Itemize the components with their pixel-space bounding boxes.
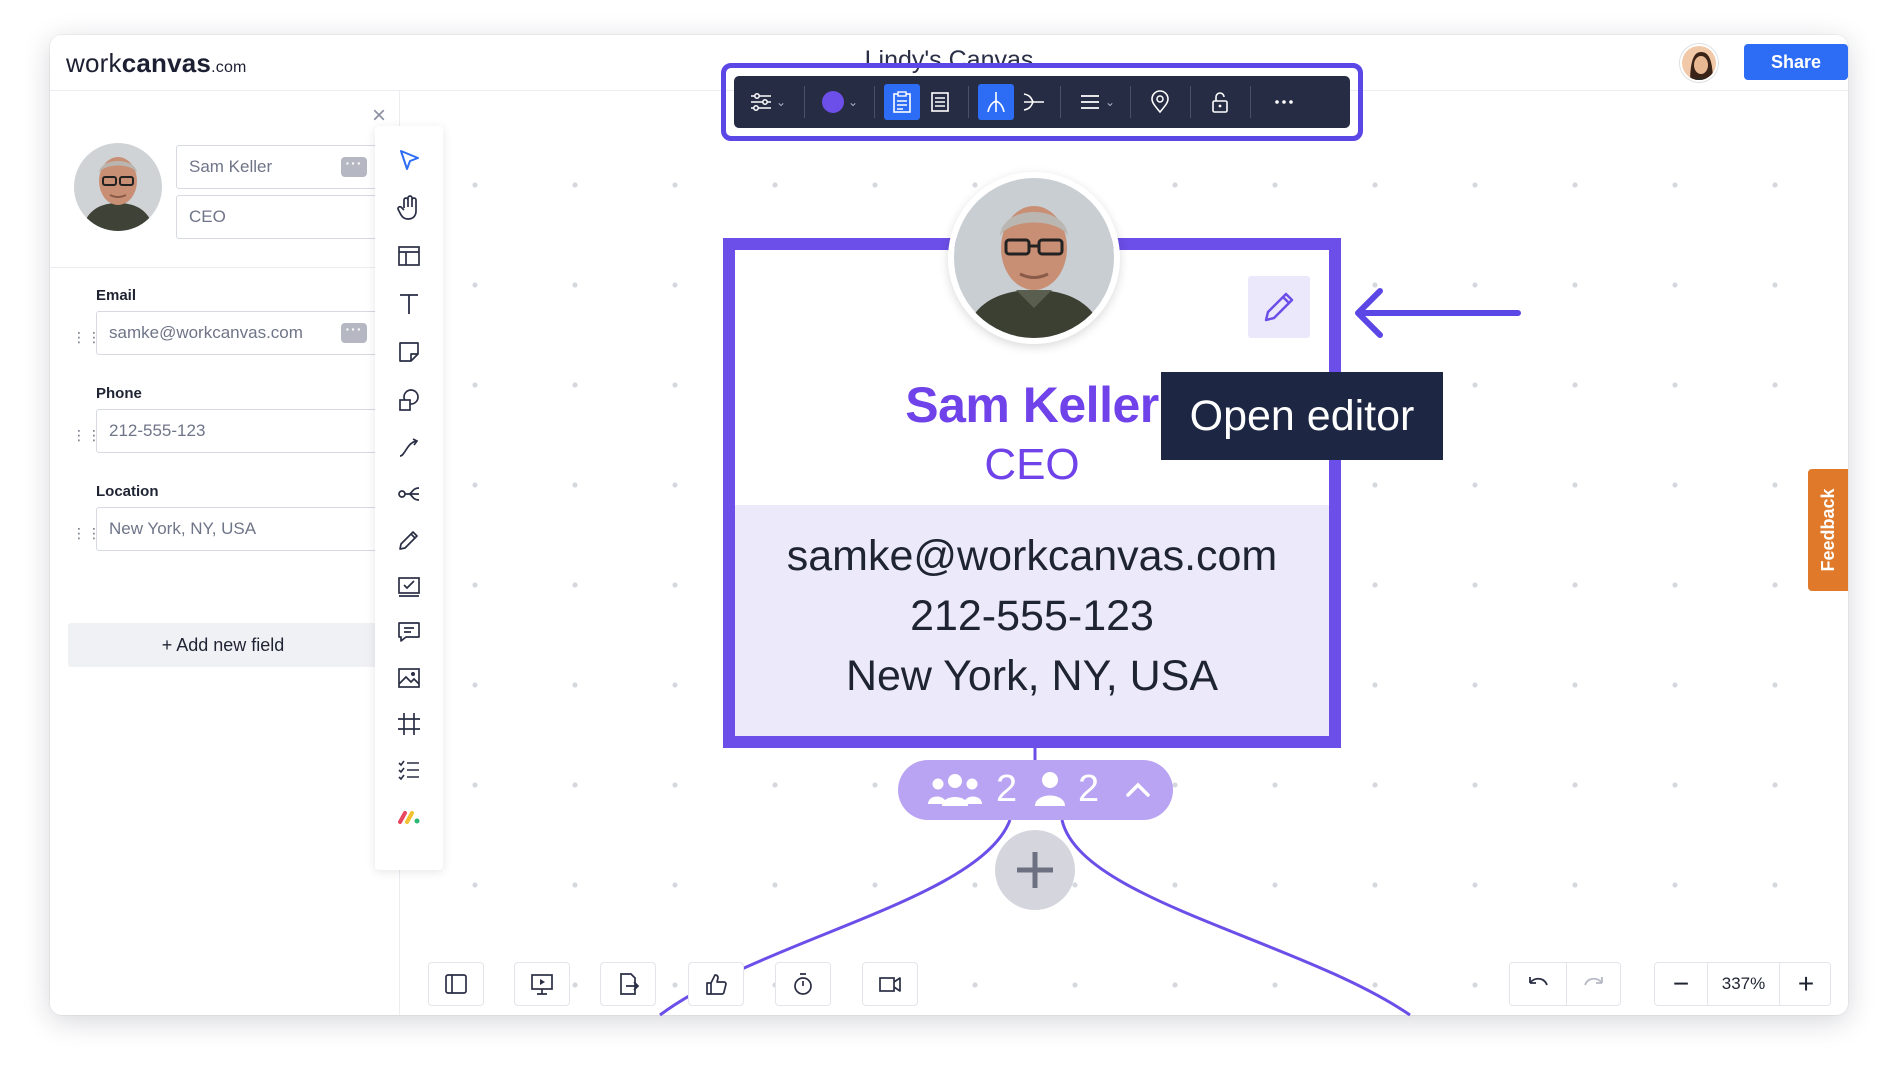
connector-icon[interactable] [391,430,427,466]
annotation-arrow-icon [1355,288,1521,338]
feedback-tab[interactable]: Feedback [1808,469,1848,591]
shapes-icon[interactable] [391,382,427,418]
location-pin-icon[interactable] [1140,84,1180,120]
select-arrow-icon[interactable] [391,142,427,178]
divider [874,86,875,118]
more-icon[interactable] [1264,84,1304,120]
tool-palette [375,126,443,870]
card-location: New York, NY, USA [845,652,1219,700]
team-icon [928,774,982,806]
tree-left-icon[interactable] [1016,84,1052,120]
comment-icon[interactable] [391,614,427,650]
template-icon[interactable] [391,238,427,274]
zoom-controls: − 337% + [1654,962,1831,1006]
text-icon[interactable] [391,286,427,322]
pencil-icon [1264,292,1294,322]
checkbox-card-icon[interactable] [391,568,427,604]
edit-pencil-button[interactable] [1248,276,1310,338]
timer-icon[interactable] [775,962,831,1006]
mindmap-icon[interactable] [391,476,427,512]
doc-view-icon[interactable] [922,84,958,120]
divider [1130,86,1131,118]
frame-icon[interactable] [391,706,427,742]
align-icon[interactable]: ⌄ [1070,84,1122,120]
vote-icon[interactable] [688,962,744,1006]
color-fill-icon[interactable]: ⌄ [814,84,864,120]
plus-icon [1017,852,1053,888]
divider [1250,86,1251,118]
image-icon[interactable] [391,660,427,696]
apps-icon[interactable] [391,798,427,834]
divider [968,86,969,118]
feedback-label: Feedback [1818,488,1838,572]
open-editor-tooltip: Open editor [1161,372,1443,460]
divider [1190,86,1191,118]
sidebar-toggle-icon[interactable] [428,962,484,1006]
card-photo[interactable] [948,172,1120,344]
divider [1566,963,1567,1005]
pen-icon[interactable] [391,522,427,558]
undo-redo-group [1509,962,1621,1006]
video-icon[interactable] [862,962,918,1006]
add-node-button[interactable] [995,830,1075,910]
zoom-level[interactable]: 337% [1707,963,1780,1005]
settings-sliders-icon[interactable]: ⌄ [742,84,792,120]
divider [804,86,805,118]
zoom-in-button[interactable]: + [1780,963,1832,1005]
object-toolbar: ⌄ ⌄ ⌄ [734,76,1350,128]
present-icon[interactable] [514,962,570,1006]
checklist-icon[interactable] [391,752,427,788]
unlock-icon[interactable] [1200,84,1240,120]
export-icon[interactable] [600,962,656,1006]
tree-down-icon[interactable] [978,84,1014,120]
person-icon [1035,772,1065,806]
card-email: samke@workcanvas.com [786,532,1278,580]
divider [1060,86,1061,118]
sticky-note-icon[interactable] [391,334,427,370]
hand-icon[interactable] [391,190,427,226]
redo-icon[interactable] [1580,971,1608,999]
team-count: 2 [996,768,1018,810]
card-phone: 212-555-123 [910,592,1154,640]
object-toolbar-highlight: ⌄ ⌄ ⌄ [721,63,1363,141]
chevron-up-icon[interactable] [1124,778,1152,802]
children-count-pill[interactable]: 2 2 [898,760,1173,820]
person-count: 2 [1078,768,1100,810]
zoom-out-button[interactable]: − [1655,963,1707,1005]
undo-icon[interactable] [1524,971,1552,999]
card-view-icon[interactable] [884,84,920,120]
